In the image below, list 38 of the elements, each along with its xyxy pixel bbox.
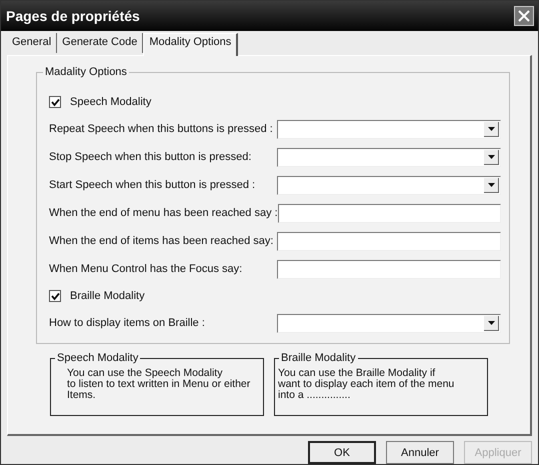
field-label: Stop Speech when this button is pressed: — [49, 151, 252, 164]
tab[interactable]: General — [7, 33, 58, 54]
dropdown-button[interactable] — [484, 316, 499, 331]
field-label: When Menu Control has the Focus say: — [49, 263, 242, 276]
text-field[interactable] — [277, 232, 501, 251]
text-field[interactable] — [277, 260, 501, 279]
text-field[interactable] — [278, 204, 501, 223]
dropdown-field[interactable] — [277, 314, 501, 333]
close-icon — [518, 10, 530, 22]
info-box-title: Braille Modality — [279, 352, 358, 364]
dropdown-button[interactable] — [484, 178, 499, 193]
checkbox-label: Braille Modality — [70, 290, 145, 302]
caret-icon — [488, 126, 494, 131]
field-label: When the end of menu has been reached say : — [49, 207, 278, 220]
dropdown-field[interactable] — [277, 148, 501, 167]
field-label: Start Speech when this button is pressed : — [49, 179, 256, 192]
field-label: How to display items on Braille : — [49, 317, 205, 330]
window-title: Pages de propriétés — [6, 8, 140, 24]
dialog-button[interactable]: Annuler — [386, 441, 454, 464]
field-label: When the end of items has been reached say: — [49, 235, 274, 248]
checkbox-label: Speech Modality — [70, 96, 152, 108]
dropdown-field[interactable] — [277, 176, 501, 195]
caret-icon — [488, 320, 494, 325]
dropdown-button[interactable] — [484, 122, 499, 137]
caret-icon — [488, 182, 494, 187]
group-title: Madality Options — [43, 66, 129, 78]
info-box-title: Speech Modality — [55, 352, 140, 364]
dialog-button[interactable]: OK — [308, 441, 376, 464]
info-text: You can use the Speech Modality to listen to text written in Menu or either Items. — [67, 368, 252, 402]
dropdown-button[interactable] — [484, 150, 499, 165]
caret-icon — [488, 154, 494, 159]
checkbox[interactable] — [49, 290, 61, 302]
dropdown-field[interactable] — [277, 120, 501, 139]
tab[interactable]: Modality Options — [143, 33, 238, 56]
info-text: You can use the Braille Modality if want to display each item of the menu into a ............... — [278, 368, 456, 402]
close-button[interactable] — [514, 6, 534, 26]
checkbox[interactable] — [49, 96, 61, 108]
field-label: Repeat Speech when this buttons is pressed : — [49, 123, 273, 136]
